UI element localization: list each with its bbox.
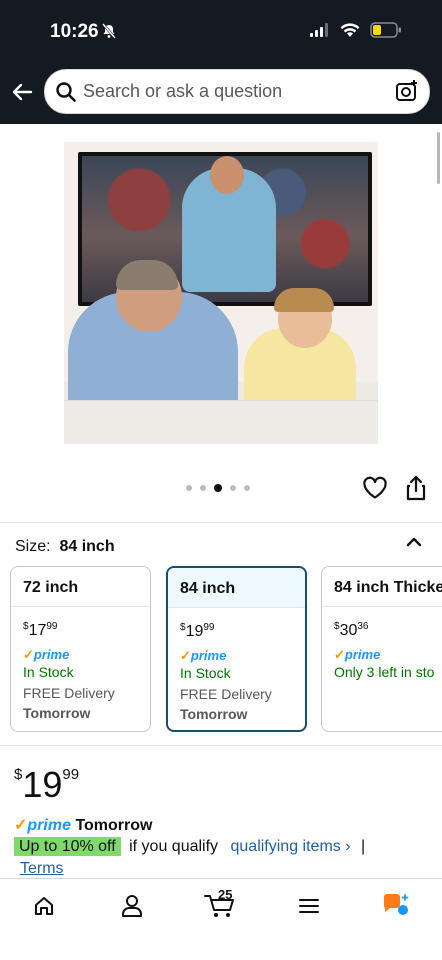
- app-header: 10:26: [0, 0, 442, 124]
- nav-cart-button[interactable]: 25: [200, 887, 240, 921]
- size-option-name: 84 inch Thicke: [322, 567, 442, 607]
- size-label: Size: 84 inch: [15, 538, 115, 555]
- size-option-name: 72 inch: [11, 567, 150, 607]
- promo-separator: |: [361, 838, 366, 855]
- home-icon: [35, 897, 53, 915]
- nav-account-button[interactable]: [112, 891, 152, 921]
- status-time: 10:26: [50, 21, 99, 42]
- qualifying-items-link[interactable]: qualifying items ›: [231, 838, 351, 855]
- size-option-84-inch-thicker[interactable]: 84 inch Thicke $3036 ✓prime Only 3 left …: [321, 566, 442, 732]
- size-option-price: $1999: [180, 622, 215, 640]
- battery-icon: [370, 22, 401, 38]
- carousel-dots[interactable]: [186, 484, 250, 492]
- carousel-dot-active[interactable]: [214, 484, 222, 492]
- size-option-name: 84 inch: [168, 568, 305, 608]
- sofa: [64, 400, 378, 444]
- prime-badge: ✓prime: [180, 648, 227, 663]
- prime-delivery-line: ✓prime Tomorrow: [14, 817, 153, 834]
- size-option-84-inch[interactable]: 84 inch $1999 ✓prime In Stock FREE Deliv…: [166, 566, 307, 732]
- camera-search-icon[interactable]: [395, 79, 419, 103]
- menu-icon: [299, 899, 319, 913]
- stock-status: In Stock: [180, 665, 231, 681]
- carousel-dot[interactable]: [200, 485, 206, 491]
- size-option-price: $1799: [23, 621, 58, 639]
- status-indicators: [310, 22, 402, 38]
- prime-delivery-date: Tomorrow: [75, 817, 153, 834]
- bottom-nav: 25: [0, 878, 442, 960]
- delivery-text: FREE Delivery: [180, 686, 272, 702]
- carousel-dot[interactable]: [230, 485, 236, 491]
- search-input[interactable]: [83, 70, 373, 113]
- share-icon[interactable]: [405, 475, 427, 501]
- silent-mode-icon: [102, 23, 116, 39]
- wifi-icon: [340, 22, 360, 37]
- search-icon: [56, 82, 76, 102]
- search-box[interactable]: [44, 69, 430, 114]
- delivery-date: Tomorrow: [23, 705, 91, 721]
- kid-hair: [274, 288, 334, 312]
- prime-badge: ✓prime: [334, 647, 381, 662]
- cart-count: 25: [218, 887, 233, 902]
- prime-logo: prime: [27, 817, 71, 834]
- stock-status: Only 3 left in sto: [334, 664, 435, 680]
- delivery-date: Tomorrow: [180, 706, 248, 722]
- person-icon: [122, 895, 142, 917]
- section-divider: [0, 745, 442, 746]
- terms-link[interactable]: Terms: [20, 860, 64, 878]
- nav-menu-button[interactable]: [289, 891, 329, 921]
- size-selected-value: 84 inch: [59, 538, 115, 555]
- nav-home-button[interactable]: [24, 891, 64, 921]
- prime-badge: ✓prime: [23, 647, 70, 662]
- screen-player-head: [210, 156, 244, 194]
- carousel-dot[interactable]: [186, 485, 192, 491]
- back-arrow-icon[interactable]: [10, 80, 34, 104]
- nav-rufus-button[interactable]: [376, 891, 416, 921]
- chat-assistant-icon: [384, 894, 409, 915]
- section-divider: [0, 522, 442, 523]
- signal-icon: [310, 23, 328, 37]
- product-price: $1999: [14, 764, 80, 805]
- promo-badge: Up to 10% off: [14, 837, 121, 856]
- promo-line: Up to 10% off if you qualify qualifying …: [14, 837, 366, 856]
- heart-icon[interactable]: [362, 476, 388, 500]
- promo-text: if you qualify: [129, 838, 219, 855]
- scrollbar[interactable]: [437, 132, 440, 184]
- stock-status: In Stock: [23, 664, 74, 680]
- product-image[interactable]: [64, 142, 378, 444]
- chevron-up-icon[interactable]: [404, 534, 424, 550]
- delivery-text: FREE Delivery: [23, 685, 115, 701]
- search-bar: [0, 68, 442, 116]
- carousel-dot[interactable]: [244, 485, 250, 491]
- size-option-price: $3036: [334, 621, 369, 639]
- size-option-72-inch[interactable]: 72 inch $1799 ✓prime In Stock FREE Deliv…: [10, 566, 151, 732]
